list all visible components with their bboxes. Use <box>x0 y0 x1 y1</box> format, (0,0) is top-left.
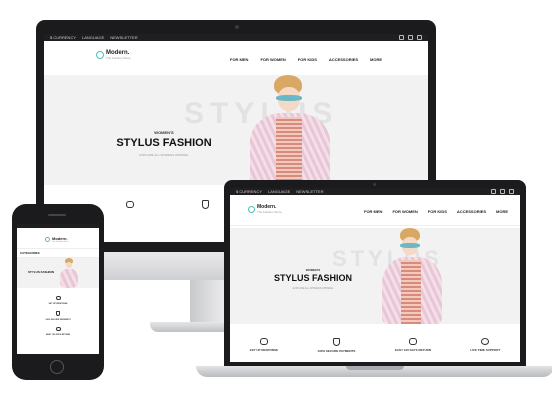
phone-categories-bar[interactable]: CATEGORIES <box>17 248 99 258</box>
feature-label: 24/7 UP RESPONSE <box>249 348 278 352</box>
laptop-site-logo[interactable]: Modern. The Fashion Store <box>248 204 282 214</box>
laptop-hero-banner: STYLUS WOMEN'S STYLUS FASHION EXPLORE AL… <box>230 228 520 324</box>
nav-more[interactable]: MORE <box>370 57 382 62</box>
feature-item: EASY 100 DAYS RETURN <box>395 338 431 352</box>
feature-label: 24/7 UP RESPONSE <box>48 303 68 305</box>
hero-title: STYLUS FASHION <box>273 273 352 283</box>
hero-subtitle: EXPLORE ALL WOMENS APPAREL <box>292 287 334 290</box>
nav-for-women[interactable]: FOR WOMEN <box>260 57 285 62</box>
nav-accessories[interactable]: ACCESSORIES <box>329 57 358 62</box>
phone-hero-banner: STYLUS FASHION <box>17 258 99 288</box>
hero-model-image <box>374 228 446 324</box>
logo-icon <box>248 205 255 213</box>
hero-model-image <box>240 75 336 185</box>
laptop-camera <box>373 183 376 186</box>
monitor-camera <box>235 25 239 29</box>
laptop-screen: $ CURRENCY LANGUAGE NEWSLETTER Modern. T… <box>230 188 520 362</box>
nav-for-women[interactable]: FOR WOMEN <box>392 209 417 214</box>
main-nav: FOR MEN FOR WOMEN FOR KIDS ACCESSORIES M… <box>230 57 382 62</box>
chat-icon <box>259 338 268 345</box>
phone-speaker <box>48 214 66 216</box>
return-icon <box>55 327 61 331</box>
phone-screen: Modern. The Fashion Store CATEGORIES STY… <box>17 224 99 354</box>
search-icon[interactable] <box>491 189 496 194</box>
return-icon <box>408 338 417 345</box>
feature-item: EASY 100 DAYS RETURN <box>46 327 70 336</box>
feature-item: 100% SECURE PAYMENTS <box>317 337 356 353</box>
nav-accessories[interactable]: ACCESSORIES <box>457 209 486 214</box>
chat-icon <box>55 296 61 300</box>
feature-item: 24/7 UP RESPONSE <box>250 338 278 352</box>
feature-label: LIFE TIME SUPPORT <box>470 348 501 352</box>
nav-for-men[interactable]: FOR MEN <box>364 209 382 214</box>
feature-label: EASY 100 DAYS RETURN <box>394 348 432 352</box>
laptop-features-strip: 24/7 UP RESPONSE 100% SECURE PAYMENTS EA… <box>230 328 520 362</box>
nav-for-kids[interactable]: FOR KIDS <box>428 209 447 214</box>
hero-banner: STYLUS WOMEN'S STYLUS FASHION EXPLORE AL… <box>44 75 428 185</box>
user-icon[interactable] <box>500 189 505 194</box>
nav-for-men[interactable]: FOR MEN <box>230 57 248 62</box>
support-icon <box>481 338 490 345</box>
shield-icon <box>56 311 60 316</box>
phone-site-logo[interactable]: Modern. The Fashion Store <box>45 236 68 243</box>
cart-icon[interactable] <box>509 189 514 194</box>
laptop-main-nav: FOR MEN FOR WOMEN FOR KIDS ACCESSORIES M… <box>364 209 508 214</box>
feature-label: 100% SECURE PAYMENTS <box>45 319 71 321</box>
feature-item: 100% SECURE PAYMENTS <box>45 311 71 321</box>
nav-more[interactable]: MORE <box>496 209 508 214</box>
phone-features-list: 24/7 UP RESPONSE 100% SECURE PAYMENTS EA… <box>17 288 99 336</box>
hero-eyebrow: WOMEN'S <box>305 268 321 272</box>
search-icon[interactable] <box>399 35 404 40</box>
shield-icon <box>332 337 340 346</box>
language-selector[interactable]: LANGUAGE <box>82 35 104 40</box>
hero-title: STYLUS FASHION <box>27 270 54 274</box>
cart-icon[interactable] <box>417 35 422 40</box>
hero-subtitle: EXPLORE ALL WOMENS APPAREL <box>139 153 189 157</box>
hero-title: STYLUS FASHION <box>116 137 212 149</box>
logo-icon <box>45 237 50 242</box>
site-logo[interactable]: Modern. The Fashion Store <box>96 50 131 60</box>
newsletter-link[interactable]: NEWSLETTER <box>110 35 137 40</box>
feature-item: 24/7 UP RESPONSE <box>48 296 68 305</box>
hero-eyebrow: WOMEN'S <box>154 130 174 135</box>
laptop-currency-selector[interactable]: $ CURRENCY <box>236 189 262 194</box>
laptop-language-selector[interactable]: LANGUAGE <box>268 189 290 194</box>
nav-for-kids[interactable]: FOR KIDS <box>298 57 317 62</box>
feature-item: LIFE TIME SUPPORT <box>470 338 500 352</box>
logo-tagline: The Fashion Store <box>106 56 131 60</box>
hero-model-image <box>57 258 81 288</box>
laptop-notch <box>346 366 404 370</box>
logo-icon <box>96 51 104 59</box>
laptop-newsletter-link[interactable]: NEWSLETTER <box>296 189 323 194</box>
logo-tagline: The Fashion Store <box>52 241 69 243</box>
chat-icon <box>126 201 134 208</box>
feature-label: EASY 100 DAYS RETURN <box>45 334 71 336</box>
logo-tagline: The Fashion Store <box>257 210 282 214</box>
currency-selector[interactable]: $ CURRENCY <box>50 35 76 40</box>
phone-home-button[interactable] <box>50 360 64 374</box>
feature-label: 100% SECURE PAYMENTS <box>317 348 356 353</box>
user-icon[interactable] <box>408 35 413 40</box>
shield-icon <box>202 200 209 209</box>
